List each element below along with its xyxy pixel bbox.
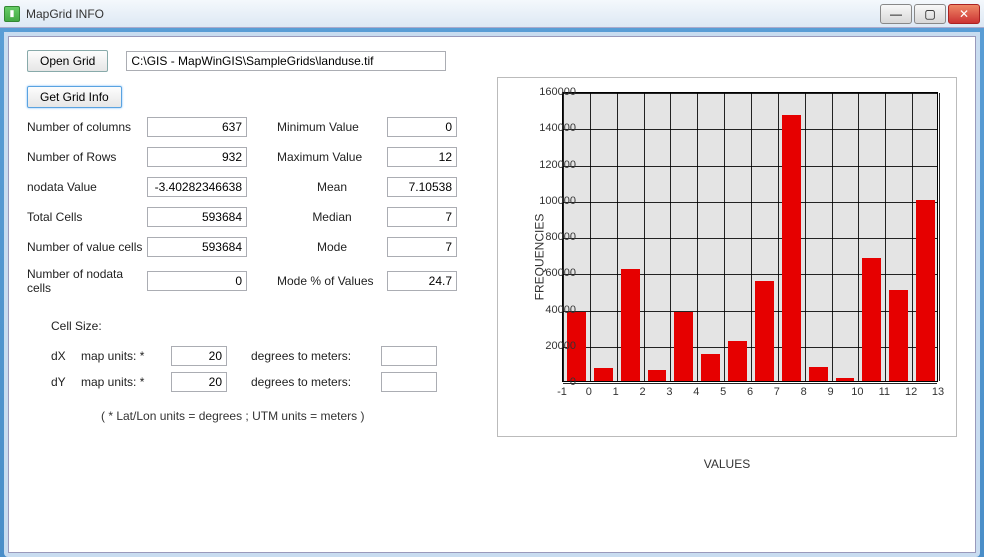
chart-x-tick: 3 xyxy=(659,386,679,398)
grid-path-input[interactable] xyxy=(126,51,446,71)
chart-x-tick: 7 xyxy=(767,386,787,398)
mode-label: Mode xyxy=(277,240,387,254)
chart-bar xyxy=(728,341,747,381)
rows-value[interactable] xyxy=(147,147,247,167)
dx-label: dX xyxy=(51,349,81,363)
units-note: ( * Lat/Lon units = degrees ; UTM units … xyxy=(51,409,483,423)
cellsize-title: Cell Size: xyxy=(51,319,483,333)
chart-x-tick: 1 xyxy=(606,386,626,398)
chart-bar xyxy=(674,312,693,381)
mean-label: Mean xyxy=(277,180,387,194)
nodata-value[interactable] xyxy=(147,177,247,197)
chart-y-tick: 60000 xyxy=(530,267,576,279)
dy-label: dY xyxy=(51,375,81,389)
total-value[interactable] xyxy=(147,207,247,227)
cols-value[interactable] xyxy=(147,117,247,137)
dx-units-label: map units: * xyxy=(81,349,171,363)
chart-y-tick: 40000 xyxy=(530,304,576,316)
chart-y-tick: 120000 xyxy=(530,159,576,171)
chart-y-tick: 80000 xyxy=(530,231,576,243)
window-controls: — ▢ ✕ xyxy=(880,4,980,24)
main-panel: Open Grid Get Grid Info Number of column… xyxy=(8,36,976,553)
chart-host: FREQUENCIES 0 20000 40000 60000 80000 100000 1… xyxy=(497,49,957,540)
chart-bar xyxy=(862,258,881,381)
median-value[interactable] xyxy=(387,207,457,227)
min-value[interactable] xyxy=(387,117,457,137)
dy-units-label: map units: * xyxy=(81,375,171,389)
chart-x-tick: 8 xyxy=(794,386,814,398)
title-bar: ▮ MapGrid INFO — ▢ ✕ xyxy=(0,0,984,28)
chart-bar xyxy=(594,368,613,381)
chart-y-label: FREQUENCIES xyxy=(532,214,546,301)
chart-plot-area xyxy=(562,92,938,382)
chart-bar xyxy=(836,378,855,381)
chart-x-tick: 13 xyxy=(928,386,948,398)
dx-input[interactable] xyxy=(171,346,227,366)
stats-grid: Number of columns Minimum Value Number o… xyxy=(27,117,483,295)
total-label: Total Cells xyxy=(27,210,147,224)
maximize-button[interactable]: ▢ xyxy=(914,4,946,24)
min-label: Minimum Value xyxy=(277,120,387,134)
chart-bar xyxy=(621,269,640,381)
window-title: MapGrid INFO xyxy=(26,7,880,21)
dx-deg2m-input[interactable] xyxy=(381,346,437,366)
nodata-label: nodata Value xyxy=(27,180,147,194)
mean-value[interactable] xyxy=(387,177,457,197)
chart-bar xyxy=(755,281,774,381)
dy-deg2m-input[interactable] xyxy=(381,372,437,392)
chart-y-tick: 160000 xyxy=(530,86,576,98)
chart-bar xyxy=(648,370,667,381)
valuecells-label: Number of value cells xyxy=(27,240,147,254)
max-label: Maximum Value xyxy=(277,150,387,164)
dy-input[interactable] xyxy=(171,372,227,392)
chart-x-tick: 10 xyxy=(847,386,867,398)
nodatacells-label: Number of nodata cells xyxy=(27,267,147,295)
chart-bar xyxy=(809,367,828,381)
chart-x-tick: 9 xyxy=(821,386,841,398)
chart-x-tick: 6 xyxy=(740,386,760,398)
chart-y-tick: 140000 xyxy=(530,122,576,134)
cols-label: Number of columns xyxy=(27,120,147,134)
chart-x-tick: -1 xyxy=(552,386,572,398)
chart-bar xyxy=(916,200,935,381)
rows-label: Number of Rows xyxy=(27,150,147,164)
close-button[interactable]: ✕ xyxy=(948,4,980,24)
chart-bar xyxy=(889,290,908,381)
modepct-label: Mode % of Values xyxy=(277,274,387,288)
dx-deg2m-label: degrees to meters: xyxy=(251,349,381,363)
chart-x-tick: 0 xyxy=(579,386,599,398)
app-icon: ▮ xyxy=(4,6,20,22)
median-label: Median xyxy=(277,210,387,224)
valuecells-value[interactable] xyxy=(147,237,247,257)
open-grid-button[interactable]: Open Grid xyxy=(27,50,108,72)
chart-x-tick: 2 xyxy=(633,386,653,398)
chart-bar xyxy=(701,354,720,381)
chart-bar xyxy=(782,115,801,381)
minimize-button[interactable]: — xyxy=(880,4,912,24)
chart-x-label: VALUES xyxy=(497,457,957,471)
chart-x-tick: 4 xyxy=(686,386,706,398)
chart-x-tick: 12 xyxy=(901,386,921,398)
left-pane: Open Grid Get Grid Info Number of column… xyxy=(27,49,483,540)
nodatacells-value[interactable] xyxy=(147,271,247,291)
max-value[interactable] xyxy=(387,147,457,167)
chart-y-tick: 100000 xyxy=(530,195,576,207)
histogram-chart: FREQUENCIES 0 20000 40000 60000 80000 100000 1… xyxy=(497,77,957,437)
chart-x-tick: 5 xyxy=(713,386,733,398)
cell-size-section: Cell Size: dX map units: * degrees to me… xyxy=(27,319,483,423)
dy-deg2m-label: degrees to meters: xyxy=(251,375,381,389)
get-grid-info-button[interactable]: Get Grid Info xyxy=(27,86,122,108)
modepct-value[interactable] xyxy=(387,271,457,291)
chart-x-tick: 11 xyxy=(874,386,894,398)
mode-value[interactable] xyxy=(387,237,457,257)
chart-y-tick: 20000 xyxy=(530,340,576,352)
window-frame: Open Grid Get Grid Info Number of column… xyxy=(4,32,980,557)
